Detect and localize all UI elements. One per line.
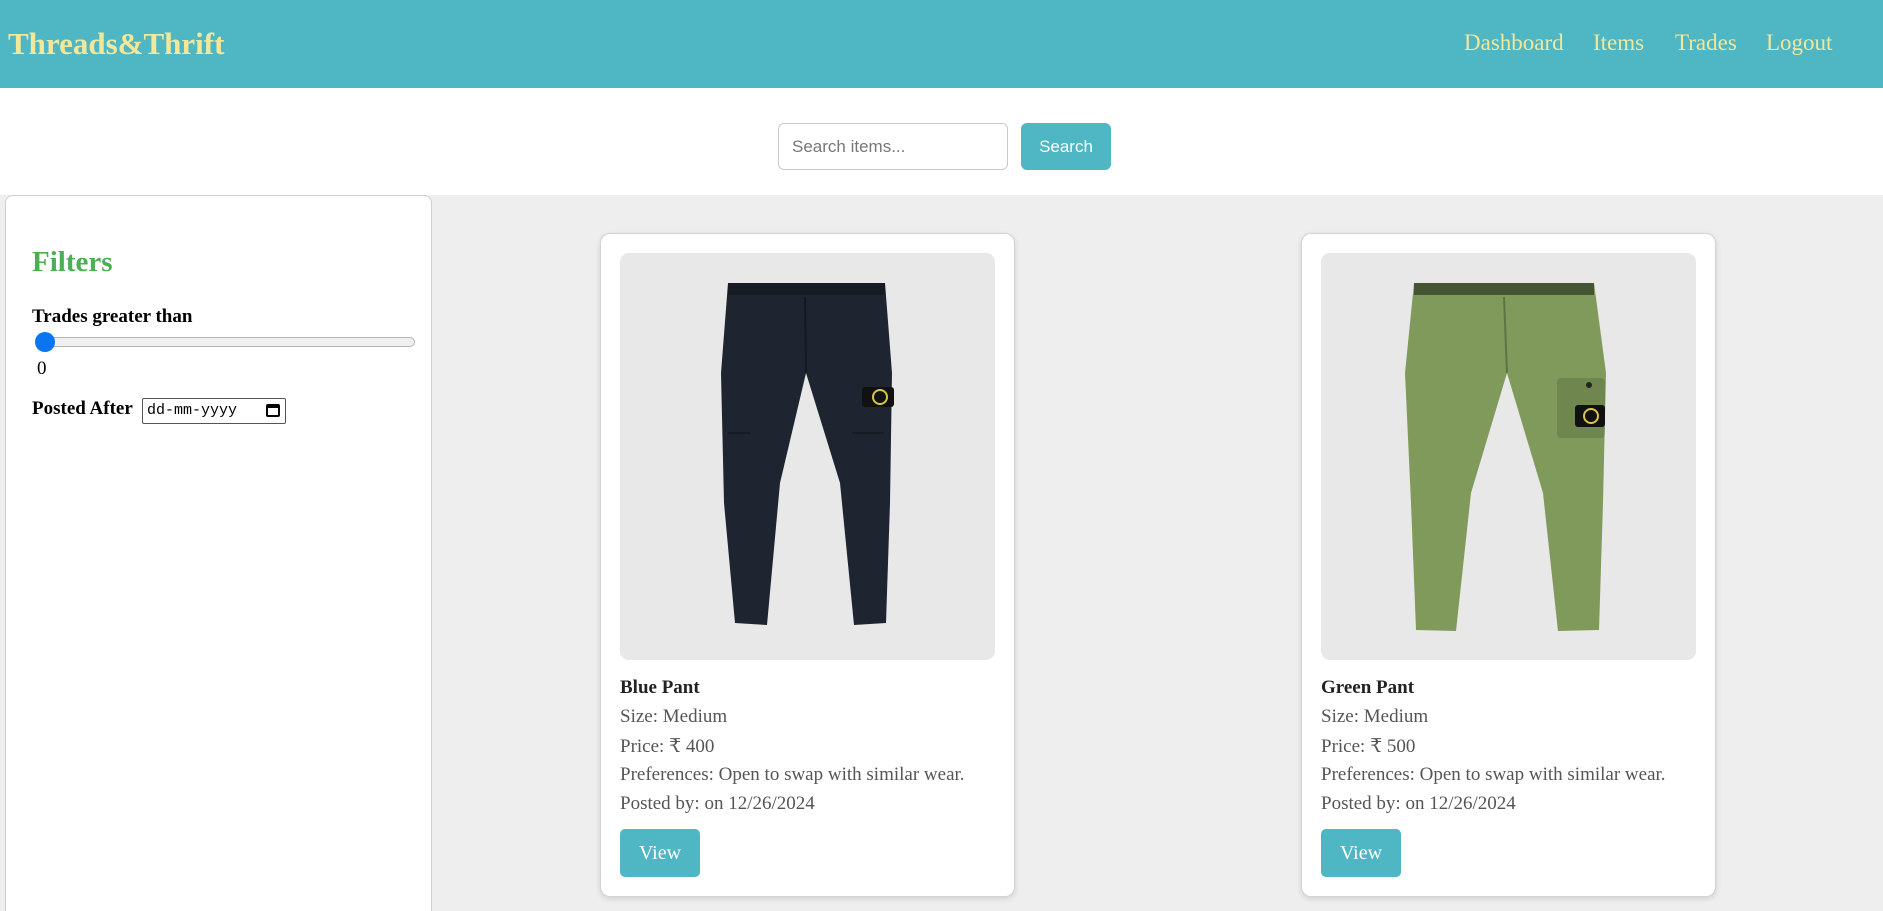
search-button[interactable]: Search (1021, 123, 1111, 170)
item-price: Price: ₹ 400 (620, 736, 715, 757)
nav-link-items[interactable]: Items (1593, 30, 1644, 56)
brand-logo[interactable]: Threads&Thrift (8, 26, 224, 62)
navy-cargo-pant-icon (721, 283, 894, 625)
top-navbar: Threads&Thrift Dashboard Items Trades Lo… (0, 0, 1883, 88)
nav-link-trades[interactable]: Trades (1675, 30, 1737, 56)
filters-title: Filters (32, 246, 113, 278)
item-size: Size: Medium (1321, 706, 1429, 727)
trades-greater-than-label: Trades greater than (32, 306, 193, 327)
item-image (620, 253, 995, 660)
posted-after-date-input[interactable]: dd-mm-yyyy (142, 398, 286, 424)
item-price: Price: ₹ 500 (1321, 736, 1416, 757)
trades-slider-track[interactable] (38, 337, 415, 347)
search-input[interactable] (778, 123, 1008, 170)
view-button[interactable]: View (1321, 829, 1401, 877)
nav-link-logout[interactable]: Logout (1766, 30, 1832, 56)
item-card: Blue Pant Size: Medium Price: ₹ 400 Pref… (600, 233, 1015, 897)
posted-after-label: Posted After (32, 398, 133, 419)
date-placeholder: dd-mm-yyyy (147, 402, 238, 419)
item-name: Blue Pant (620, 677, 700, 698)
calendar-icon[interactable] (266, 404, 280, 417)
nav-link-dashboard[interactable]: Dashboard (1464, 30, 1564, 56)
item-name: Green Pant (1321, 677, 1415, 698)
item-preferences: Preferences: Open to swap with similar w… (1321, 764, 1666, 785)
item-image (1321, 253, 1696, 660)
view-button[interactable]: View (620, 829, 700, 877)
trades-slider-thumb[interactable] (35, 332, 55, 352)
olive-cargo-pant-icon (1405, 283, 1606, 631)
trades-slider-value: 0 (37, 358, 47, 379)
item-posted: Posted by: on 12/26/2024 (620, 793, 815, 814)
item-card: Green Pant Size: Medium Price: ₹ 500 Pre… (1301, 233, 1716, 897)
item-preferences: Preferences: Open to swap with similar w… (620, 764, 965, 785)
filters-sidebar: Filters Trades greater than 0 Posted Aft… (5, 195, 432, 911)
item-posted: Posted by: on 12/26/2024 (1321, 793, 1516, 814)
item-size: Size: Medium (620, 706, 728, 727)
